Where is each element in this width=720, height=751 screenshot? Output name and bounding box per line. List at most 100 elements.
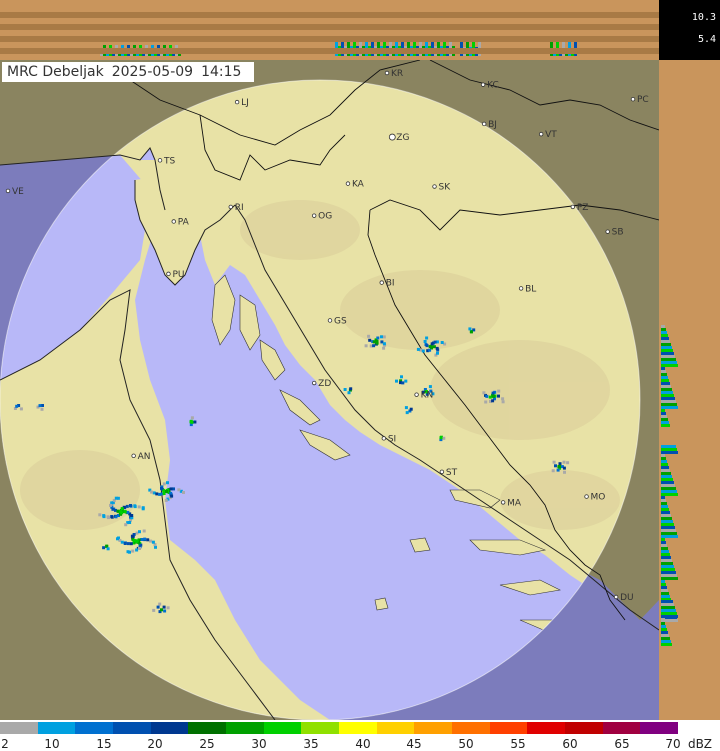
radar-echo-cell [372,340,376,344]
profile-echo-cell [661,400,676,403]
city-label-bi: BI [386,279,395,289]
radar-echo-cell [416,347,420,351]
radar-echo-cell [139,543,143,547]
legend-unit: dBZ [687,737,713,751]
radar-echo-cell [401,381,405,385]
radar-echo-cell [107,516,110,520]
dbz-color-bar [0,722,679,734]
city-dot-ka [345,181,351,186]
radar-echo-cell [432,345,436,349]
radar-echo-cell [439,436,443,440]
legend-label: 30 [251,737,267,751]
legend-swatch [0,722,38,734]
city-label-an: AN [138,452,151,462]
dbz-legend: 2 10 15 20 25 30 35 40 45 50 55 60 65 70 dBZ [0,720,720,751]
profile-echo-cell [661,634,669,637]
profile-echo-cell [661,544,667,547]
profile-echo-cell [661,529,676,532]
radar-echo-cell [169,487,173,491]
legend-swatch [414,722,453,734]
profile-echo-cell [661,355,675,358]
radar-echo-cell [130,534,134,538]
profile-echo-cell [661,615,678,618]
radar-echo-cell [143,537,147,541]
radar-echo-cell [123,542,127,545]
legend-label: 65 [614,737,630,751]
radar-echo-cell [141,506,145,510]
city-dot-sb [605,229,610,234]
city-label-bj: BJ [488,120,497,130]
radar-echo-cell [349,387,353,391]
legend-swatch [489,722,528,734]
profile-echo-cell [661,403,677,406]
city-dot-ma [500,500,506,505]
radar-echo-cell [162,482,166,486]
radar-map[interactable]: LJ KR KC PC TS ZG BJ VT VE KA SK RI PZ PA OG SB PU BI BL GS… [0,60,659,720]
radar-echo-cell [554,464,557,468]
city-label-pz: PZ [577,203,589,213]
profile-echo-cell [661,535,678,538]
radar-echo-cell [182,491,185,494]
profile-echo-cell [661,496,665,499]
city-dot-si [381,436,387,441]
profile-echo-cell [661,592,669,595]
radar-echo-cell [380,335,383,339]
profile-echo-cell [661,397,675,400]
radar-echo-cell [128,550,131,554]
radar-echo-cell [128,521,132,524]
radar-echo-cell [156,605,160,609]
radar-echo-cell [19,407,23,411]
radar-echo-cell [395,379,398,383]
city-label-og: OG [318,212,332,222]
radar-echo-cell [102,546,106,550]
radar-echo-cell [491,399,495,403]
city-dot-st [439,469,445,475]
radar-echo-cell [137,505,141,509]
city-dot-an [131,453,136,459]
city-dot-bl [518,286,524,291]
profile-echo-cell [661,637,670,640]
city-label-ka: KA [352,180,365,190]
city-label-bl: BL [525,284,536,294]
radar-echo-cell [102,515,106,519]
radar-echo-cell [152,491,156,495]
radar-echo-cell [425,336,429,340]
profile-echo-cell [661,586,667,589]
radar-echo-cell [404,379,408,383]
radar-echo-cell [382,346,386,350]
radar-echo-cell [488,395,492,399]
profile-echo-cell [661,463,668,466]
profile-echo-cell [661,424,670,427]
radar-echo-cell [435,346,439,350]
legend-label: 40 [355,737,371,751]
radar-echo-cell [130,514,134,517]
profile-echo-cell [661,451,678,454]
radar-echo-cell [140,538,144,541]
radar-echo-cell [132,539,136,543]
radar-echo-cell [566,461,570,465]
radar-echo-cell [151,540,155,544]
radar-echo-cell [421,349,425,353]
profile-echo-cell [661,352,674,355]
radar-date: 2025-05-09 [111,64,194,80]
profile-echo-cell [661,418,668,421]
city-dot-pu [166,271,171,277]
radar-echo-cell [382,342,386,346]
profile-echo-cell [661,325,665,328]
city-label-kr: KR [391,69,403,79]
profile-echo-cell [661,472,671,475]
radar-echo-cell [38,404,42,408]
radar-echo-cell [163,609,167,613]
city-label-si: SI [388,434,396,444]
profile-echo-cell [661,487,676,490]
radar-time: 14:15 [201,64,242,80]
profile-echo-cell [661,631,668,634]
profile-echo-cell [661,523,674,526]
radar-echo-cell [469,330,473,334]
city-dot-vt [538,131,544,137]
profile-echo-cell [661,505,668,508]
radar-echo-cell [120,511,124,515]
radar-echo-cell [367,334,371,338]
profile-echo-cell [661,388,672,391]
legend-label: 35 [303,737,319,751]
